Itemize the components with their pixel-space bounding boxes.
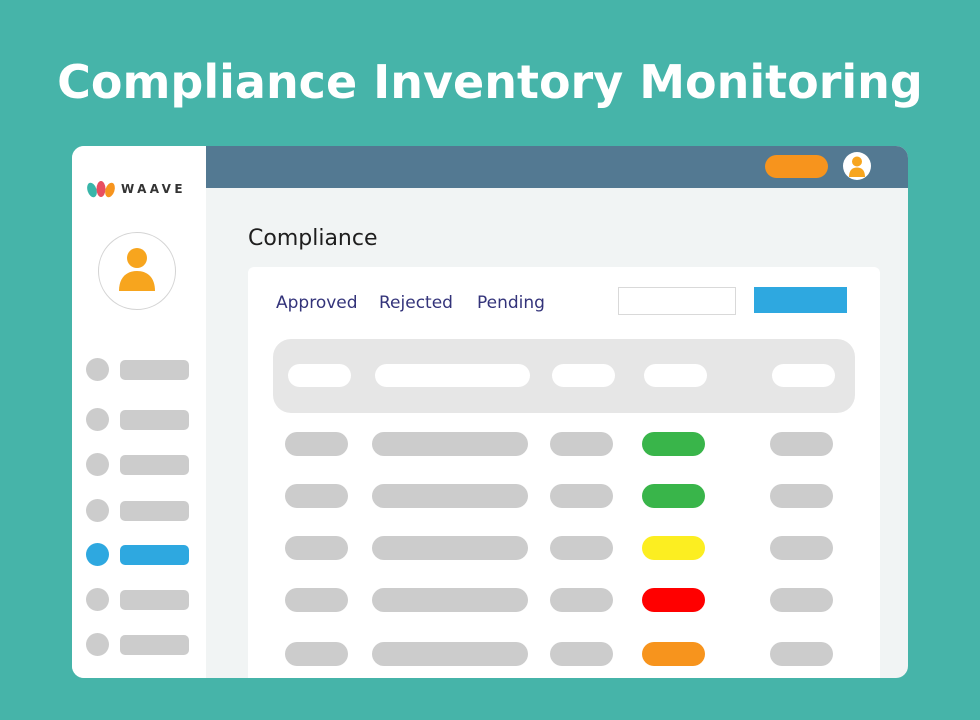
top-action-button[interactable] <box>765 155 828 178</box>
tab-approved[interactable]: Approved <box>276 293 358 313</box>
nav-dot-icon <box>86 453 109 476</box>
brand-logo[interactable]: WAAVE <box>86 178 186 200</box>
table-row[interactable] <box>248 484 880 508</box>
cell-placeholder <box>372 484 528 508</box>
column-header-placeholder[interactable] <box>552 364 615 387</box>
nav-label-placeholder <box>120 635 189 655</box>
table-row[interactable] <box>248 432 880 456</box>
nav-dot-icon <box>86 408 109 431</box>
column-header-placeholder[interactable] <box>644 364 707 387</box>
nav-dot-icon <box>86 588 109 611</box>
cell-placeholder <box>770 484 833 508</box>
table-header <box>273 339 855 413</box>
cell-placeholder <box>770 432 833 456</box>
column-header-placeholder[interactable] <box>288 364 351 387</box>
nav-dot-icon <box>86 358 109 381</box>
table-row[interactable] <box>248 588 880 612</box>
sidebar-item[interactable] <box>86 358 190 382</box>
nav-label-placeholder <box>120 501 189 521</box>
cell-placeholder <box>550 588 613 612</box>
status-badge <box>642 432 705 456</box>
logo-text: WAAVE <box>121 182 186 196</box>
cell-placeholder <box>550 642 613 666</box>
app-window: WAAVE Compliance Approved Rejected Pendi… <box>72 146 908 678</box>
nav-label-placeholder <box>120 410 189 430</box>
sidebar-item[interactable] <box>86 633 190 657</box>
cell-placeholder <box>285 432 348 456</box>
search-input[interactable] <box>618 287 736 315</box>
tab-rejected[interactable]: Rejected <box>379 293 453 313</box>
tab-pending[interactable]: Pending <box>477 293 545 313</box>
profile-avatar[interactable] <box>98 232 176 310</box>
sidebar: WAAVE <box>72 146 206 678</box>
page-title: Compliance <box>248 226 378 251</box>
cell-placeholder <box>770 536 833 560</box>
column-header-placeholder[interactable] <box>375 364 530 387</box>
cell-placeholder <box>372 588 528 612</box>
nav-label-placeholder <box>120 455 189 475</box>
cell-placeholder <box>372 536 528 560</box>
table-row[interactable] <box>248 642 880 666</box>
cell-placeholder <box>285 588 348 612</box>
status-badge <box>642 588 705 612</box>
compliance-panel: Approved Rejected Pending <box>248 267 880 678</box>
sidebar-item[interactable] <box>86 453 190 477</box>
cell-placeholder <box>770 588 833 612</box>
nav-label-placeholder <box>120 545 189 565</box>
cell-placeholder <box>285 484 348 508</box>
cell-placeholder <box>372 642 528 666</box>
primary-action-button[interactable] <box>754 287 847 313</box>
column-header-placeholder[interactable] <box>772 364 835 387</box>
status-badge <box>642 536 705 560</box>
nav-label-placeholder <box>120 590 189 610</box>
top-bar <box>206 146 908 188</box>
user-icon <box>119 248 155 291</box>
sidebar-item[interactable] <box>86 499 190 523</box>
waave-logo-icon <box>87 181 115 198</box>
nav-label-placeholder <box>120 360 189 380</box>
cell-placeholder <box>285 642 348 666</box>
cell-placeholder <box>550 536 613 560</box>
nav-dot-icon <box>86 543 109 566</box>
status-badge <box>642 484 705 508</box>
user-icon <box>849 156 865 177</box>
sidebar-item-active[interactable] <box>86 543 190 567</box>
cell-placeholder <box>550 432 613 456</box>
cell-placeholder <box>770 642 833 666</box>
sidebar-item[interactable] <box>86 408 190 432</box>
status-badge <box>642 642 705 666</box>
nav-dot-icon <box>86 499 109 522</box>
sidebar-item[interactable] <box>86 588 190 612</box>
table-row[interactable] <box>248 536 880 560</box>
cell-placeholder <box>550 484 613 508</box>
user-avatar-button[interactable] <box>843 152 871 180</box>
page-headline: Compliance Inventory Monitoring <box>57 55 923 109</box>
cell-placeholder <box>285 536 348 560</box>
nav-dot-icon <box>86 633 109 656</box>
cell-placeholder <box>372 432 528 456</box>
